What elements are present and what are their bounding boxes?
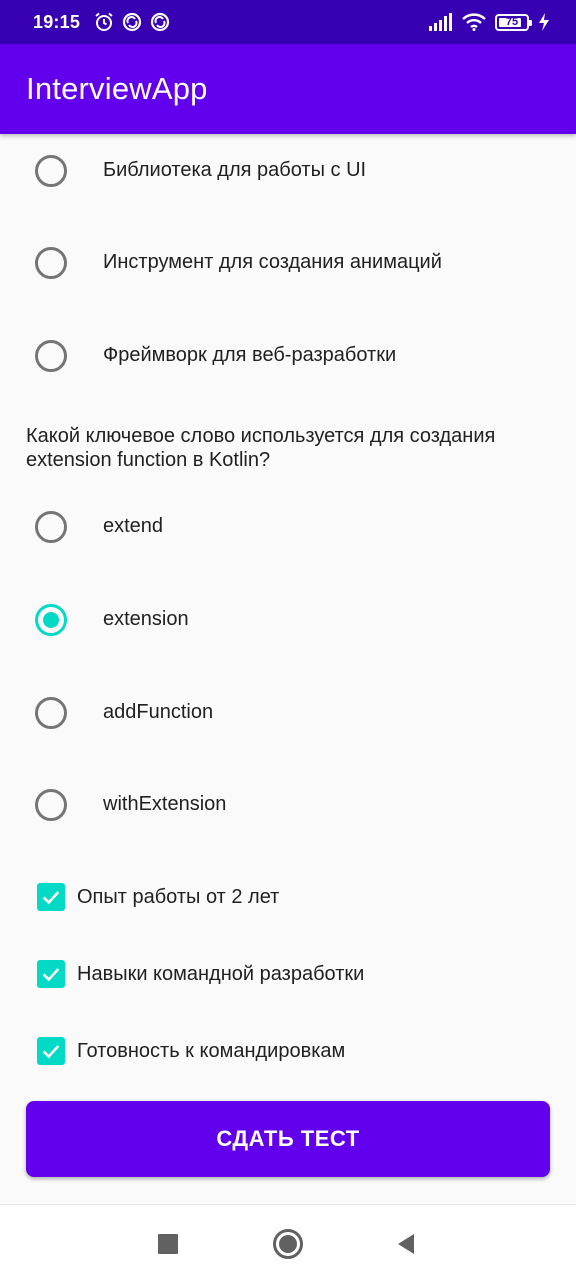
radio-button[interactable] — [35, 340, 67, 372]
status-notification-icons — [94, 12, 170, 32]
checkbox[interactable] — [37, 960, 65, 988]
radio-option-web-framework[interactable]: Фреймворк для веб-разработки — [0, 335, 576, 377]
checkbox-travel[interactable]: Готовность к командировкам — [0, 1032, 576, 1070]
status-system-icons: 75 — [429, 13, 550, 31]
sync-icon — [150, 12, 170, 32]
home-circle-icon — [273, 1229, 303, 1259]
app-title: InterviewApp — [26, 71, 208, 106]
checkbox-experience[interactable]: Опыт работы от 2 лет — [0, 878, 576, 916]
charging-icon — [539, 13, 549, 31]
radio-option-extension[interactable]: extension — [0, 599, 576, 641]
battery-icon: 75 — [495, 13, 532, 31]
status-bar: 19:15 75 — [0, 0, 576, 44]
checkbox-teamwork[interactable]: Навыки командной разработки — [0, 955, 576, 993]
checkbox-label: Навыки командной разработки — [77, 963, 365, 985]
radio-label: withExtension — [103, 793, 227, 815]
alarm-icon — [95, 12, 113, 31]
home-button[interactable] — [271, 1227, 305, 1261]
recents-button[interactable] — [151, 1227, 185, 1261]
back-button[interactable] — [389, 1227, 423, 1261]
radio-label: extension — [103, 608, 189, 630]
radio-label: Библиотека для работы с UI — [103, 159, 367, 181]
wifi-icon — [462, 13, 486, 31]
checkbox-label: Опыт работы от 2 лет — [77, 886, 280, 908]
radio-option-extend[interactable]: extend — [0, 506, 576, 548]
check-icon — [42, 968, 60, 982]
radio-button[interactable] — [35, 247, 67, 279]
recents-square-icon — [158, 1234, 178, 1254]
radio-label: extend — [103, 515, 164, 537]
check-icon — [42, 1045, 60, 1059]
signal-icon — [429, 13, 452, 31]
checkbox[interactable] — [37, 883, 65, 911]
checkbox-label: Готовность к командировкам — [77, 1040, 346, 1062]
app-bar: InterviewApp — [0, 44, 576, 134]
radio-option-ui-library[interactable]: Библиотека для работы с UI — [0, 150, 576, 192]
sync-icon — [122, 12, 142, 32]
back-triangle-icon — [398, 1234, 414, 1254]
radio-button-selected[interactable] — [35, 604, 67, 636]
system-nav-bar — [0, 1204, 576, 1280]
battery-percentage: 75 — [505, 16, 519, 28]
checkbox[interactable] — [37, 1037, 65, 1065]
question-text: Какой ключевое слово используется для со… — [26, 425, 496, 471]
radio-label: Фреймворк для веб-разработки — [103, 344, 397, 366]
radio-button[interactable] — [35, 155, 67, 187]
radio-option-animation-tool[interactable]: Инструмент для создания анимаций — [0, 242, 576, 284]
submit-test-button[interactable]: СДАТЬ ТЕСТ — [26, 1101, 550, 1177]
radio-label: addFunction — [103, 701, 214, 723]
radio-button[interactable] — [35, 511, 67, 543]
check-icon — [42, 891, 60, 905]
radio-button[interactable] — [35, 789, 67, 821]
radio-button[interactable] — [35, 697, 67, 729]
radio-option-withextension[interactable]: withExtension — [0, 784, 576, 826]
radio-label: Инструмент для создания анимаций — [103, 251, 442, 273]
status-time: 19:15 — [33, 11, 81, 32]
radio-option-addfunction[interactable]: addFunction — [0, 692, 576, 734]
